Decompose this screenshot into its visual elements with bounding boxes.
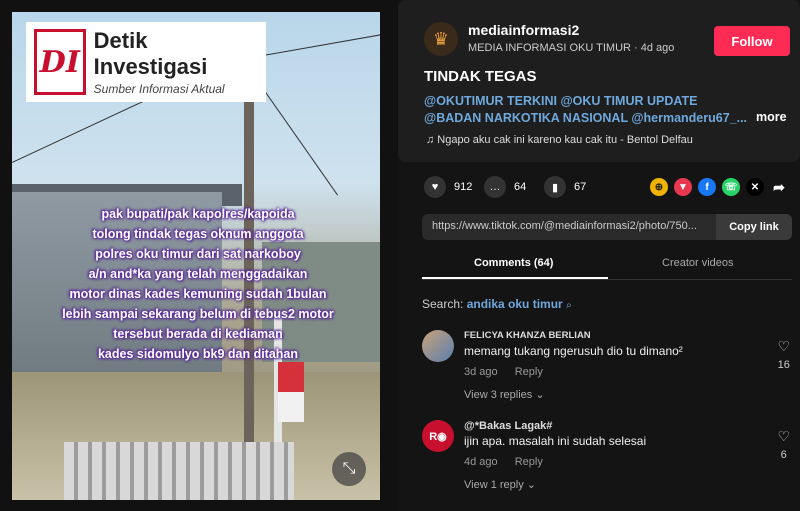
expand-icon[interactable]: ⤡: [332, 452, 366, 486]
post-title: TINDAK TEGAS: [424, 68, 537, 85]
overlay-line: a/n and*ka yang telah menggadaikan: [88, 267, 308, 281]
comment-time: 3d ago: [464, 366, 498, 378]
overlay-line: tolong tindak tegas oknum anggota: [92, 227, 304, 241]
follow-button[interactable]: Follow: [714, 26, 790, 56]
post-tags[interactable]: @OKUTIMUR TERKINI @OKU TIMUR UPDATE @BAD…: [424, 93, 754, 127]
tags-line[interactable]: @OKUTIMUR TERKINI @OKU TIMUR UPDATE: [424, 93, 754, 110]
comment-time: 4d ago: [464, 456, 498, 468]
power-wire: [252, 34, 380, 58]
comment-like[interactable]: ♡ 6: [777, 428, 790, 461]
music-track[interactable]: ♫ Ngapo aku cak ini kareno kau cak itu -…: [426, 134, 693, 146]
comment-item: FELICYA KHANZA BERLIAN memang tukang nge…: [422, 330, 794, 410]
search-query[interactable]: andika oku timur: [467, 297, 563, 311]
link-box: https://www.tiktok.com/@mediainformasi2/…: [422, 214, 792, 240]
post-url[interactable]: https://www.tiktok.com/@mediainformasi2/…: [432, 220, 712, 232]
post-header: ♛ mediainformasi2 MEDIA INFORMASI OKU TI…: [398, 0, 800, 162]
brand-title: Detik Investigasi: [93, 28, 208, 79]
comment-author[interactable]: FELICYA KHANZA BERLIAN: [464, 330, 591, 341]
view-replies[interactable]: View 3 replies ⌄: [464, 388, 545, 401]
details-panel: ♛ mediainformasi2 MEDIA INFORMASI OKU TI…: [398, 0, 800, 511]
comment-meta: 4d ago Reply: [464, 456, 543, 468]
tab-comments[interactable]: Comments (64): [474, 257, 553, 269]
comment-meta: 3d ago Reply: [464, 366, 543, 378]
like-stat[interactable]: ♥ 912: [424, 176, 472, 198]
search-icon[interactable]: ⌕: [566, 300, 572, 311]
repost-icon[interactable]: ⊕: [650, 178, 668, 196]
reply-button[interactable]: Reply: [515, 456, 543, 468]
share-arrow-icon[interactable]: ➦: [770, 178, 788, 196]
view-replies[interactable]: View 1 reply ⌄: [464, 478, 536, 491]
comment-icon[interactable]: …: [484, 176, 506, 198]
more-link[interactable]: more: [756, 110, 787, 124]
save-stat[interactable]: ▮ 67: [544, 176, 586, 198]
comment-count: 64: [514, 181, 527, 193]
overlay-line: tersebut berada di kediaman: [113, 327, 283, 341]
send-icon[interactable]: ▼: [674, 178, 692, 196]
reply-button[interactable]: Reply: [515, 366, 543, 378]
brand-logo: DI Detik Investigasi Sumber Informasi Ak…: [26, 22, 266, 102]
comment-author[interactable]: @*Bakas Lagak#: [464, 420, 552, 432]
heart-outline-icon[interactable]: ♡: [777, 338, 790, 355]
copy-link-button[interactable]: Copy link: [716, 214, 792, 240]
author-avatar[interactable]: ♛: [424, 22, 458, 56]
stats-row: ♥ 912 … 64 ▮ 67 ⊕ ▼ f ☏ ✕ ➦: [424, 176, 800, 200]
facebook-icon[interactable]: f: [698, 178, 716, 196]
overlay-line: polres oku timur dari sat narkoboy: [95, 247, 301, 261]
save-count: 67: [574, 181, 587, 193]
overlay-text: pak bupati/pak kapolres/kapoida tolong t…: [28, 204, 368, 364]
author-meta: MEDIA INFORMASI OKU TIMUR · 4d ago: [468, 42, 675, 54]
overlay-line: motor dinas kades kemuning sudah 1bulan: [69, 287, 327, 301]
flag: [278, 362, 304, 422]
post-image[interactable]: DI Detik Investigasi Sumber Informasi Ak…: [12, 12, 380, 500]
like-count: 912: [454, 181, 473, 193]
avatar[interactable]: R◉: [422, 420, 454, 452]
whatsapp-icon[interactable]: ☏: [722, 178, 740, 196]
brand-mark: DI: [34, 29, 86, 95]
comment-like-count: 16: [777, 359, 790, 371]
fence: [64, 442, 294, 500]
comment-stat[interactable]: … 64: [484, 176, 526, 198]
heart-icon[interactable]: ♥: [424, 176, 446, 198]
comment-text: memang tukang ngerusuh dio tu dimano²: [464, 344, 683, 358]
overlay-line: pak bupati/pak kapolres/kapoida: [101, 207, 295, 221]
comment-item: R◉ @*Bakas Lagak# ijin apa. masalah ini …: [422, 420, 794, 500]
tags-line[interactable]: @BADAN NARKOTIKA NASIONAL @hermanderu67_…: [424, 110, 754, 127]
avatar[interactable]: [422, 330, 454, 362]
comment-text: ijin apa. masalah ini sudah selesai: [464, 434, 647, 448]
tabs-divider: [422, 279, 792, 280]
active-tab-indicator: [422, 277, 608, 279]
x-icon[interactable]: ✕: [746, 178, 764, 196]
overlay-line: lebih sampai sekarang belum di tebus2 mo…: [62, 307, 334, 321]
author-username[interactable]: mediainformasi2: [468, 22, 579, 38]
comment-like-count: 6: [780, 449, 787, 461]
heart-outline-icon[interactable]: ♡: [777, 428, 790, 445]
bookmark-icon[interactable]: ▮: [544, 176, 566, 198]
tab-creator-videos[interactable]: Creator videos: [662, 257, 734, 269]
comment-like[interactable]: ♡ 16: [777, 338, 790, 371]
overlay-line: kades sidomulyo bk9 dan ditahan: [97, 347, 299, 361]
search-prefix: Search:: [422, 297, 464, 311]
brand-subtitle: Sumber Informasi Aktual: [93, 82, 225, 96]
comment-search[interactable]: Search: andika oku timur ⌕: [422, 297, 572, 311]
